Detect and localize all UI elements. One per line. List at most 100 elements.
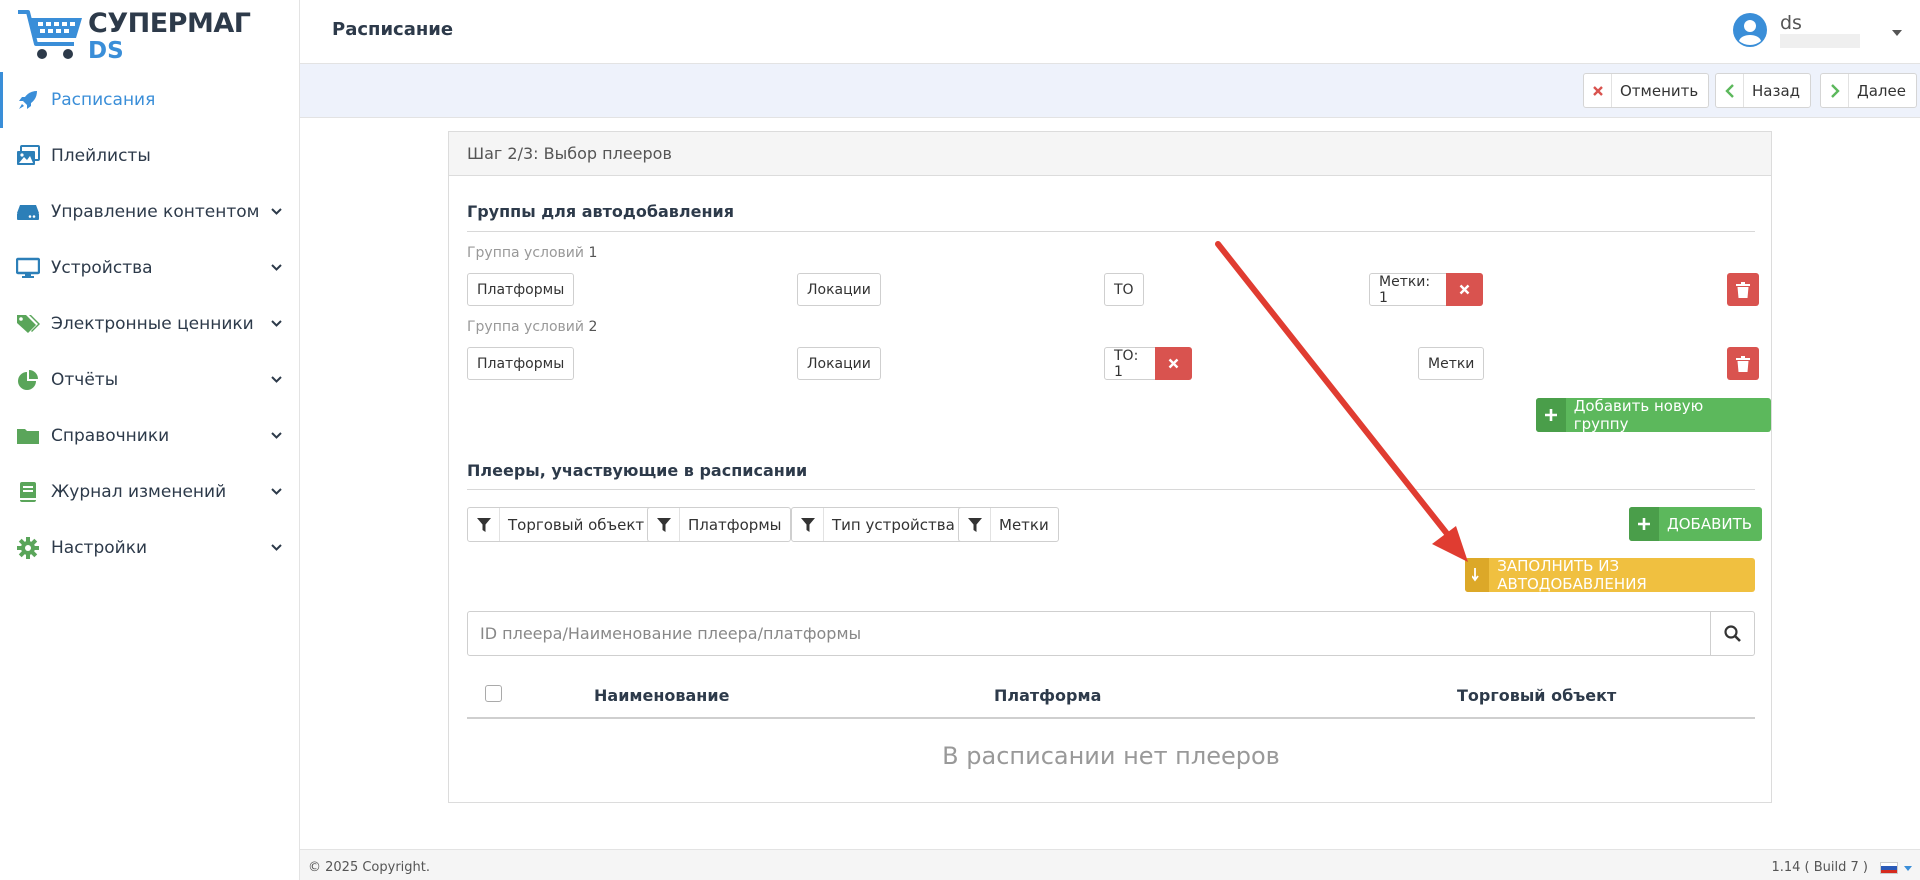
column-header-name[interactable]: Наименование [594, 686, 729, 705]
sidebar-item-label: Управление контентом [51, 202, 260, 222]
sidebar-item-label: Настройки [51, 538, 148, 558]
footer: © 2025 Copyright. 1.14 ( Build 7 ) [300, 849, 1920, 880]
card-title: Шаг 2/3: Выбор плееров [449, 132, 1771, 176]
top-bar: Расписание ds [300, 0, 1920, 64]
filter-platforms[interactable]: Платформы [647, 507, 792, 542]
sidebar-item-schedules[interactable]: Расписания [0, 72, 300, 128]
delete-group-button[interactable] [1727, 273, 1759, 306]
filter-icon [648, 508, 680, 541]
language-flag-icon[interactable] [1880, 862, 1898, 874]
to-chip[interactable]: ТО: 1 [1104, 347, 1157, 380]
condition-group-label: Группа условий 2 [467, 319, 598, 335]
plus-icon [1629, 507, 1659, 541]
images-icon [16, 144, 40, 168]
sidebar-item-changelog[interactable]: Журнал изменений [0, 464, 300, 520]
condition-group-label: Группа условий 1 [467, 245, 598, 261]
to-chip[interactable]: ТО [1104, 273, 1144, 306]
avatar-icon [1733, 13, 1767, 47]
divider [467, 231, 1755, 232]
chevron-right-icon [1821, 74, 1849, 107]
column-header-platform[interactable]: Платформа [994, 686, 1101, 705]
chevron-left-icon [1716, 74, 1744, 107]
tags-chip[interactable]: Метки [1418, 347, 1485, 380]
clear-to-button[interactable] [1155, 347, 1192, 380]
player-search [467, 611, 1755, 656]
filter-icon [792, 508, 824, 541]
filter-trade-object[interactable]: Торговый объект [467, 507, 655, 542]
sidebar-item-label: Электронные ценники [51, 314, 254, 334]
cancel-button[interactable]: Отменить [1583, 73, 1710, 108]
logo-title: СУПЕРМАГ [88, 8, 251, 39]
sidebar-item-reports[interactable]: Отчёты [0, 352, 300, 408]
cart-logo-icon [18, 10, 82, 59]
search-input[interactable] [468, 612, 1712, 655]
delete-group-button[interactable] [1727, 347, 1759, 380]
sidebar-item-label: Справочники [51, 426, 170, 446]
version-text: 1.14 ( Build 7 ) [1771, 860, 1868, 875]
add-group-label: Добавить новую группу [1573, 397, 1704, 433]
empty-table-message: В расписании нет плееров [942, 742, 1280, 770]
players-section-title: Плееры, участвующие в расписании [467, 461, 808, 480]
sidebar-item-label: Устройства [51, 258, 153, 278]
clear-tags-button[interactable] [1446, 273, 1483, 306]
divider [467, 489, 1755, 490]
filter-icon [468, 508, 500, 541]
select-all-checkbox[interactable] [485, 685, 502, 702]
tags-chip[interactable]: Метки: 1 [1369, 273, 1447, 306]
sidebar-item-label: Плейлисты [51, 146, 151, 166]
sidebar-item-playlists[interactable]: Плейлисты [0, 128, 300, 184]
sidebar-item-price-tags[interactable]: Электронные ценники [0, 296, 300, 352]
rocket-icon [16, 88, 40, 112]
logo-subtitle: DS [88, 38, 124, 64]
filter-label: Платформы [688, 515, 782, 534]
platforms-chip[interactable]: Платформы [467, 273, 575, 306]
filter-label: Тип устройства [832, 515, 955, 534]
locations-chip[interactable]: Локации [797, 347, 881, 380]
sidebar-nav: Расписания Плейлисты Управление контенто… [0, 72, 300, 576]
next-button-label: Далее [1857, 81, 1906, 100]
sidebar-item-label: Отчёты [51, 370, 119, 390]
caret-down-icon [1892, 30, 1902, 36]
close-icon [1584, 74, 1612, 107]
username: ds [1780, 12, 1802, 34]
sidebar-item-settings[interactable]: Настройки [0, 520, 300, 576]
sidebar-item-content[interactable]: Управление контентом [0, 184, 300, 240]
search-button[interactable] [1710, 612, 1754, 655]
locations-chip[interactable]: Локации [797, 273, 881, 306]
pie-chart-icon [16, 368, 40, 392]
sidebar-item-references[interactable]: Справочники [0, 408, 300, 464]
copyright-text: © 2025 Copyright. [308, 860, 431, 875]
book-icon [16, 480, 40, 504]
monitor-icon [16, 256, 40, 280]
back-button[interactable]: Назад [1715, 73, 1812, 108]
download-arrow-icon [1465, 558, 1490, 592]
tags-icon [16, 312, 40, 336]
sidebar-item-label: Расписания [51, 90, 156, 110]
close-icon [1459, 284, 1470, 295]
platforms-chip[interactable]: Платформы [467, 347, 575, 380]
user-subtitle [1780, 34, 1860, 48]
user-menu[interactable]: ds [1732, 10, 1902, 54]
fill-from-autoadd-button[interactable]: ЗАПОЛНИТЬ ИЗ АВТОДОБАВЛЕНИЯ [1465, 557, 1755, 593]
caret-down-icon [1904, 866, 1912, 871]
chevron-down-icon [271, 432, 282, 439]
logo[interactable]: СУПЕРМАГ DS [16, 6, 251, 66]
filter-tags[interactable]: Метки [958, 507, 1059, 542]
add-player-label: ДОБАВИТЬ [1667, 515, 1753, 533]
chevron-down-icon [271, 488, 282, 495]
cancel-button-label: Отменить [1620, 81, 1699, 100]
sidebar-item-label: Журнал изменений [51, 482, 227, 502]
add-group-button[interactable]: Добавить новую группу [1536, 397, 1771, 433]
sidebar: СУПЕРМАГ DS Расписания Плейлисты Управле… [0, 0, 300, 880]
back-button-label: Назад [1752, 81, 1801, 100]
sidebar-item-devices[interactable]: Устройства [0, 240, 300, 296]
fill-from-autoadd-label: ЗАПОЛНИТЬ ИЗ АВТОДОБАВЛЕНИЯ [1497, 557, 1647, 593]
autoadd-section-title: Группы для автодобавления [467, 202, 735, 221]
next-button[interactable]: Далее [1820, 73, 1917, 108]
filter-device-type[interactable]: Тип устройства [791, 507, 965, 542]
trash-icon [1736, 281, 1750, 298]
add-player-button[interactable]: ДОБАВИТЬ [1629, 507, 1763, 541]
column-header-trade-object[interactable]: Торговый объект [1457, 686, 1616, 705]
filter-icon [959, 508, 991, 541]
trash-icon [1736, 355, 1750, 372]
